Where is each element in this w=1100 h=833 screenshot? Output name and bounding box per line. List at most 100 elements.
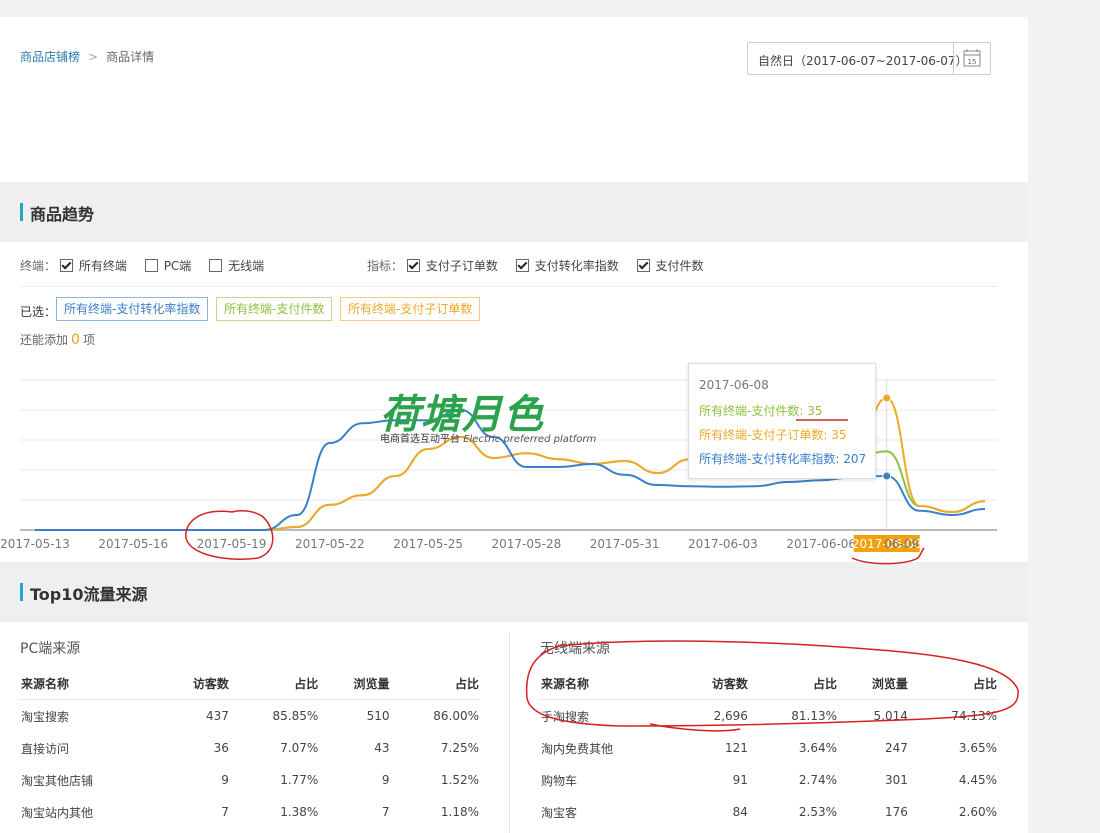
table-row: 购物车 91 2.74% 301 4.45%	[540, 764, 998, 796]
table-cell: 1.18%	[440, 805, 479, 819]
table-row: 淘宝其他店铺 9 1.77% 9 1.52%	[20, 764, 480, 796]
table-row: 淘宝站内其他 7 1.38% 7 1.18%	[20, 796, 480, 828]
pc-header-row: 来源名称 访客数 占比 浏览量 占比	[20, 667, 480, 700]
table-cell: 9	[221, 773, 229, 787]
table-cell: 1.77%	[280, 773, 319, 787]
table-cell: 5,014	[873, 709, 908, 723]
table-cell: 7	[221, 805, 229, 819]
mobile-column-header[interactable]: 访客数	[678, 667, 749, 700]
table-cell: 437	[205, 709, 229, 723]
table-cell: 91	[732, 773, 748, 787]
pc-column-header[interactable]: 占比	[229, 667, 320, 700]
selected-tag-conversion-index[interactable]: 所有终端-支付转化率指数	[56, 297, 209, 321]
section-accent-bar	[20, 583, 23, 601]
metric-filter: 指标： 支付子订单数 支付转化率指数 支付件数	[367, 257, 718, 274]
tooltip-date: 2017-06-08	[699, 378, 769, 392]
metric-option-sub-orders[interactable]: 支付子订单数	[406, 259, 498, 273]
column-divider	[509, 632, 510, 833]
x-tick-label: 2017-06-06	[786, 537, 856, 551]
pc-sources-table: 来源名称 访客数 占比 浏览量 占比 淘宝搜索 437 85.85% 510 86.00% 直接访问…	[20, 667, 480, 828]
pc-sources-title: PC端来源	[20, 641, 81, 657]
highlight-point	[882, 393, 892, 403]
highlight-point	[882, 471, 892, 481]
table-cell: 510	[366, 709, 390, 723]
selected-tag-items[interactable]: 所有终端-支付件数	[216, 297, 333, 321]
metric-label: 指标：	[367, 259, 404, 273]
x-tick-label: 2017-05-16	[98, 537, 168, 551]
pc-column-header[interactable]: 浏览量	[319, 667, 391, 700]
mobile-column-header[interactable]: 浏览量	[838, 667, 909, 700]
table-cell: 81.13%	[791, 709, 837, 723]
checkbox-checked[interactable]	[59, 259, 73, 272]
top10-section-title: Top10流量来源	[30, 585, 148, 604]
selected-tag-sub-orders[interactable]: 所有终端-支付子订单数	[340, 297, 481, 321]
mobile-sources-title: 无线端来源	[540, 641, 610, 657]
breadcrumb: 商品店铺榜 > 商品详情	[20, 48, 154, 65]
table-row: 淘宝客 84 2.53% 176 2.60%	[540, 796, 998, 828]
mobile-header-row: 来源名称 访客数 占比 浏览量 占比	[540, 667, 998, 700]
calendar-day: 15	[968, 58, 977, 66]
table-cell: 301	[884, 773, 908, 787]
terminal-option-pc[interactable]: PC端	[144, 259, 191, 273]
mobile-sources-table: 来源名称 访客数 占比 浏览量 占比 手淘搜索 2,696 81.13% 5,014 74.13%…	[540, 667, 998, 828]
watermark-logo: 荷塘月色 电商首选互动平台 Electric preferred platfor…	[380, 392, 597, 445]
table-cell: 84	[732, 805, 748, 819]
table-cell: 121	[725, 741, 748, 755]
x-tick-label: 2017-05-31	[590, 537, 660, 551]
table-cell: 1.38%	[280, 805, 319, 819]
table-cell: 247	[884, 741, 908, 755]
table-cell: 2.74%	[798, 773, 837, 787]
table-cell: 2,696	[713, 709, 748, 723]
x-tick-label: 2017-05-13	[0, 537, 70, 551]
checkbox-unchecked[interactable]	[209, 259, 223, 272]
checkbox-unchecked[interactable]	[144, 259, 158, 272]
metric-option-conversion-index[interactable]: 支付转化率指数	[515, 259, 619, 273]
filter-divider	[20, 286, 997, 287]
x-tick-label: 2017-05-28	[492, 537, 562, 551]
table-cell: 淘宝搜索	[21, 709, 70, 724]
table-cell: 9	[381, 773, 390, 787]
main-panel: 商品店铺榜 > 商品详情 自然日（2017-06-07~2017-06-07） 15…	[0, 17, 1028, 833]
checkbox-checked[interactable]	[406, 259, 420, 272]
x-tick-label: 06-09	[884, 537, 919, 551]
calendar-icon[interactable]: 15	[953, 43, 990, 74]
table-cell: 淘宝客	[541, 805, 578, 820]
table-cell: 4.45%	[958, 773, 997, 787]
mobile-column-header[interactable]: 占比	[908, 667, 998, 700]
table-cell: 3.65%	[958, 741, 997, 755]
table-cell: 2.53%	[798, 805, 837, 819]
table-cell: 36	[213, 741, 229, 755]
breadcrumb-parent-link[interactable]: 商品店铺榜	[20, 50, 80, 64]
table-row: 淘宝搜索 437 85.85% 510 86.00%	[20, 700, 480, 733]
table-cell: 85.85%	[272, 709, 319, 723]
table-cell: 7	[381, 805, 390, 819]
breadcrumb-current: 商品详情	[106, 50, 155, 64]
table-cell: 1.52%	[440, 773, 479, 787]
tooltip-row-sub-orders: 所有终端-支付子订单数: 35	[699, 428, 847, 442]
tooltip-row-items: 所有终端-支付件数: 35	[699, 404, 823, 418]
date-range-label: 自然日（2017-06-07~2017-06-07）	[758, 54, 968, 68]
x-tick-label: 2017-05-25	[393, 537, 463, 551]
checkbox-checked[interactable]	[515, 259, 529, 272]
date-range-picker[interactable]: 自然日（2017-06-07~2017-06-07） 15	[747, 42, 991, 75]
table-row: 淘内免费其他 121 3.64% 247 3.65%	[540, 732, 998, 764]
trend-section-header: 商品趋势	[0, 182, 1028, 242]
pc-column-header[interactable]: 占比	[390, 667, 480, 700]
metric-option-items[interactable]: 支付件数	[636, 259, 704, 273]
mobile-column-header[interactable]: 来源名称	[540, 667, 679, 700]
table-cell: 74.13%	[951, 709, 997, 723]
checkbox-checked[interactable]	[636, 259, 650, 272]
terminal-option-mobile[interactable]: 无线端	[209, 259, 264, 273]
table-cell: 86.00%	[433, 709, 479, 723]
pc-column-header[interactable]: 来源名称	[20, 667, 159, 700]
x-tick-label: 2017-05-22	[295, 537, 365, 551]
table-cell: 直接访问	[21, 741, 70, 756]
pc-column-header[interactable]: 访客数	[158, 667, 230, 700]
breadcrumb-separator: >	[88, 50, 99, 64]
table-cell: 43	[374, 741, 390, 755]
chart-tooltip: 2017-06-08 所有终端-支付件数: 35 所有终端-支付子订单数: 35…	[688, 363, 876, 479]
trend-section-title: 商品趋势	[30, 205, 95, 224]
mobile-column-header[interactable]: 占比	[748, 667, 838, 700]
terminal-option-all[interactable]: 所有终端	[59, 259, 127, 273]
table-cell: 7.25%	[440, 741, 479, 755]
